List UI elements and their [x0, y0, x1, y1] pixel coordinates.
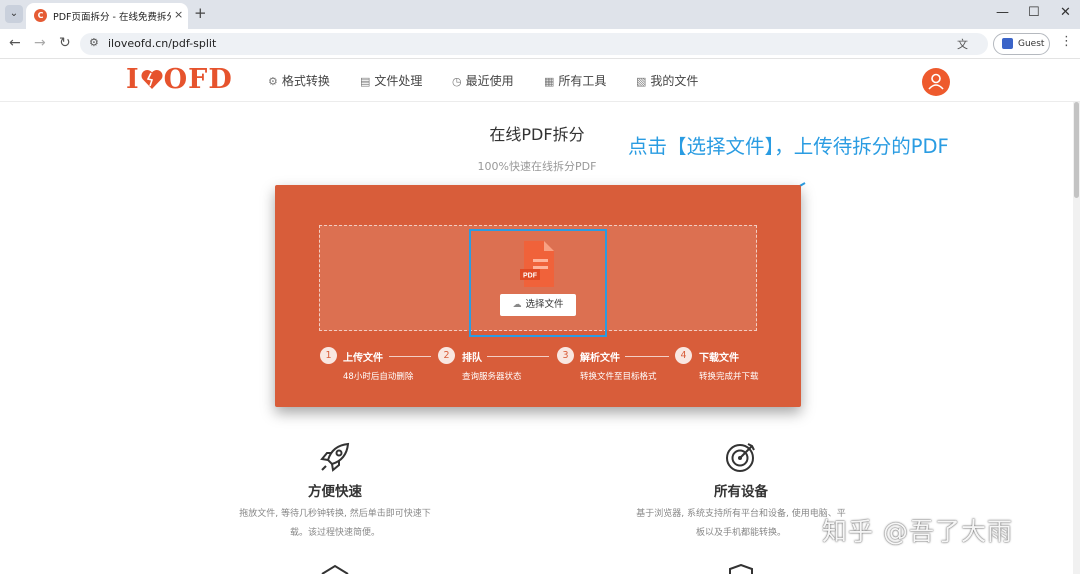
step-title: 下载文件 — [699, 353, 739, 364]
feature-title: 所有设备 — [714, 484, 768, 500]
step-desc: 转换文件至目标格式 — [580, 372, 657, 382]
step-desc: 转换完成并下载 — [699, 372, 759, 382]
step-connector — [625, 356, 669, 357]
partial-feature-icon — [321, 564, 349, 574]
watermark: 知乎 @吾了大雨 — [822, 517, 1013, 546]
step-number: 4 — [675, 347, 692, 364]
feature-desc-line: 板以及手机都能转换。 — [695, 528, 786, 538]
partial-shield-icon — [729, 564, 753, 574]
upload-card: PDF ☁ 选择文件 1 上传文件 48小时后自动删除 2 排队 查询服务器状态 … — [275, 185, 801, 407]
rocket-icon — [320, 442, 350, 472]
feature-desc-line: 载。该过程快速简便。 — [289, 528, 380, 538]
scrollbar-thumb[interactable] — [1074, 102, 1079, 198]
step-number: 2 — [438, 347, 455, 364]
feature-desc-line: 基于浏览器, 系统支持所有平台和设备, 使用电脑、平 — [636, 509, 846, 519]
page-scrollbar[interactable] — [1073, 102, 1080, 574]
step-title: 解析文件 — [580, 353, 620, 364]
choose-file-button[interactable]: ☁ 选择文件 — [500, 294, 576, 316]
feature-title: 方便快速 — [308, 484, 362, 500]
step-desc: 查询服务器状态 — [462, 372, 522, 382]
pdf-badge: PDF — [523, 273, 538, 280]
pdf-file-icon: PDF — [520, 241, 554, 287]
cloud-upload-icon: ☁ — [512, 300, 522, 310]
step-connector — [487, 356, 549, 357]
step-desc: 48小时后自动删除 — [343, 372, 414, 382]
step-title: 排队 — [462, 353, 482, 364]
target-icon — [726, 443, 755, 472]
step-title: 上传文件 — [343, 353, 383, 364]
feature-desc-line: 拖放文件, 等待几秒钟转换, 然后单击即可快速下 — [239, 509, 431, 519]
step-connector — [389, 356, 431, 357]
step-number: 3 — [557, 347, 574, 364]
step-number: 1 — [320, 347, 337, 364]
choose-file-label: 选择文件 — [525, 299, 564, 310]
